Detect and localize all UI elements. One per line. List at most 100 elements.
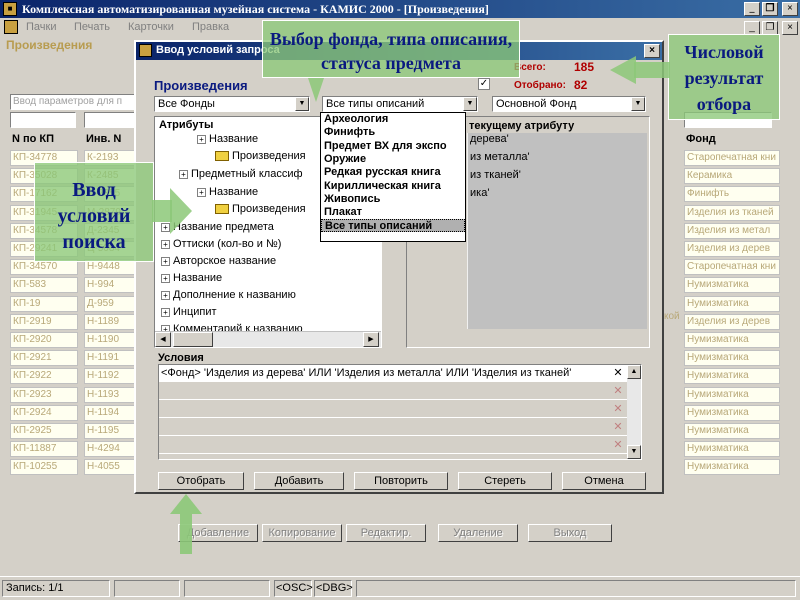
close-button[interactable]: ×	[782, 2, 798, 16]
clear-button[interactable]: Стереть	[458, 472, 552, 490]
filter-input-1[interactable]	[10, 112, 76, 128]
condition-row[interactable]: ✕	[159, 437, 627, 454]
repeat-button[interactable]: Повторить	[354, 472, 448, 490]
condition-row[interactable]: ✕	[159, 383, 627, 400]
scroll-right-icon[interactable]: ▶	[363, 332, 379, 347]
dialog-close-button[interactable]: ×	[644, 44, 660, 58]
expand-icon[interactable]: +	[161, 290, 170, 300]
row-fond: Нумизматика	[684, 404, 780, 421]
dropdown-option[interactable]: Все типы описаний	[321, 219, 465, 233]
column-header-kp[interactable]: N по КП	[12, 133, 54, 145]
tree-item[interactable]: + Инципит	[161, 306, 217, 318]
expand-icon[interactable]: +	[161, 239, 170, 249]
column-header-fond[interactable]: Фонд	[686, 133, 716, 145]
menu-item-pechat[interactable]: Печать	[74, 21, 110, 33]
scroll-left-icon[interactable]: ◀	[155, 332, 171, 347]
dropdown-option[interactable]: Плакат	[321, 206, 465, 219]
chevron-down-icon[interactable]: ▼	[463, 97, 477, 111]
dropdown-option[interactable]: Предмет ВХ для экспо	[321, 140, 465, 153]
restore-button[interactable]: ❐	[762, 2, 778, 16]
expand-icon[interactable]: +	[197, 187, 206, 197]
menu-item-pravka[interactable]: Правка	[192, 21, 229, 33]
status-pane-6	[356, 580, 796, 597]
tree-item[interactable]: + Оттиски (кол-во и №)	[161, 238, 281, 250]
option-checkbox[interactable]: ✓	[478, 78, 490, 90]
tree-item[interactable]: Произведения	[215, 150, 306, 162]
dropdown-option[interactable]: Кириллическая книга	[321, 180, 465, 193]
menu-item-kartochki[interactable]: Карточки	[128, 21, 174, 33]
tree-item[interactable]: + Название	[197, 186, 258, 198]
main-search-input[interactable]: Ввод параметров для п	[10, 94, 136, 110]
conditions-vscroll[interactable]: ▲ ▼	[627, 365, 641, 459]
copy-record-button[interactable]: Копирование	[262, 524, 342, 542]
child-close-button[interactable]: ×	[782, 21, 798, 35]
minimize-button[interactable]: _	[744, 2, 760, 16]
column-header-inv[interactable]: Инв. N	[86, 133, 121, 145]
scroll-up-icon[interactable]: ▲	[627, 365, 641, 379]
tree-item-label: Инципит	[173, 306, 217, 318]
cancel-button[interactable]: Отмена	[562, 472, 646, 490]
condition-row[interactable]: ✕	[159, 419, 627, 436]
tree-item[interactable]: + Название	[197, 133, 258, 145]
tree-item[interactable]: + Название	[161, 272, 222, 284]
dropdown-option[interactable]: Оружие	[321, 153, 465, 166]
expand-icon[interactable]: +	[197, 134, 206, 144]
tree-item[interactable]: + Дополнение к названию	[161, 289, 296, 301]
dropdown-option[interactable]: Археология	[321, 113, 465, 126]
row-inv: Н-994	[84, 277, 136, 294]
scroll-down-icon[interactable]: ▼	[627, 445, 641, 459]
edit-record-button[interactable]: Редактир.	[346, 524, 426, 542]
attribute-values-list[interactable]: дерева' из металла' из тканей' ика'	[467, 133, 647, 329]
expand-icon[interactable]: +	[179, 169, 188, 179]
attribute-value-item[interactable]: ика'	[470, 187, 489, 199]
remove-condition-icon[interactable]: ✕	[611, 420, 625, 434]
expand-icon[interactable]: +	[161, 256, 170, 266]
tree-item[interactable]: Произведения	[215, 203, 306, 215]
filter-input-2[interactable]	[84, 112, 136, 128]
condition-row[interactable]: ✕	[159, 401, 627, 418]
expand-icon[interactable]: +	[161, 273, 170, 283]
remove-condition-icon[interactable]: ✕	[611, 384, 625, 398]
type-dropdown-list[interactable]: Археология Финифть Предмет ВХ для экспо Ору…	[320, 112, 466, 242]
remove-condition-icon[interactable]: ✕	[611, 402, 625, 416]
status-combo[interactable]: Основной Фонд ▼	[492, 96, 646, 112]
child-minimize-button[interactable]: _	[744, 21, 760, 35]
remove-condition-icon[interactable]: ✕	[611, 438, 625, 452]
row-kp: КП-2921	[10, 350, 78, 367]
tree-item-label: Название	[209, 186, 259, 198]
row-inv: Д-959	[84, 295, 136, 312]
remove-condition-icon[interactable]: ✕	[611, 366, 625, 380]
expand-icon[interactable]: +	[161, 307, 170, 317]
type-combo[interactable]: Все типы описаний ▼	[322, 96, 478, 112]
exit-button[interactable]: Выход	[528, 524, 612, 542]
chevron-down-icon[interactable]: ▼	[295, 97, 309, 111]
menu-item-pachki[interactable]: Пачки	[26, 21, 56, 33]
row-fond: Нумизматика	[684, 386, 780, 403]
callout-top: Выбор фонда, типа описания, статуса пред…	[262, 20, 520, 78]
select-button[interactable]: Отобрать	[158, 472, 244, 490]
tree-item[interactable]: + Авторское название	[161, 255, 276, 267]
expand-icon[interactable]: +	[161, 222, 170, 232]
conditions-grid[interactable]: <Фонд> 'Изделия из дерева' ИЛИ 'Изделия …	[158, 364, 642, 460]
attribute-value-item[interactable]: дерева'	[470, 133, 509, 145]
app-title: Комплексная автоматизированная музейная …	[22, 2, 489, 16]
add-condition-button[interactable]: Добавить	[254, 472, 344, 490]
chevron-down-icon[interactable]: ▼	[631, 97, 645, 111]
attribute-value-item[interactable]: из металла'	[470, 151, 530, 163]
attribute-value-item[interactable]: из тканей'	[470, 169, 521, 181]
arrow-top	[308, 78, 324, 102]
row-fond: Нумизматика	[684, 295, 780, 312]
child-restore-button[interactable]: ❐	[762, 21, 778, 35]
condition-row[interactable]: <Фонд> 'Изделия из дерева' ИЛИ 'Изделия …	[159, 365, 627, 382]
dropdown-option[interactable]: Живопись	[321, 193, 465, 206]
row-fond: Керамика	[684, 168, 780, 185]
scroll-thumb[interactable]	[173, 332, 213, 347]
dropdown-option[interactable]: Финифть	[321, 126, 465, 139]
dropdown-option[interactable]: Редкая русская книга	[321, 166, 465, 179]
tree-item[interactable]: + Предметный классиф	[179, 168, 303, 180]
tree-hscroll[interactable]: ◀ ▶	[155, 331, 381, 347]
tree-item-label: Авторское название	[173, 255, 277, 267]
fond-combo-value: Все Фонды	[158, 98, 215, 110]
delete-record-button[interactable]: Удаление	[438, 524, 518, 542]
fond-combo[interactable]: Все Фонды ▼	[154, 96, 310, 112]
